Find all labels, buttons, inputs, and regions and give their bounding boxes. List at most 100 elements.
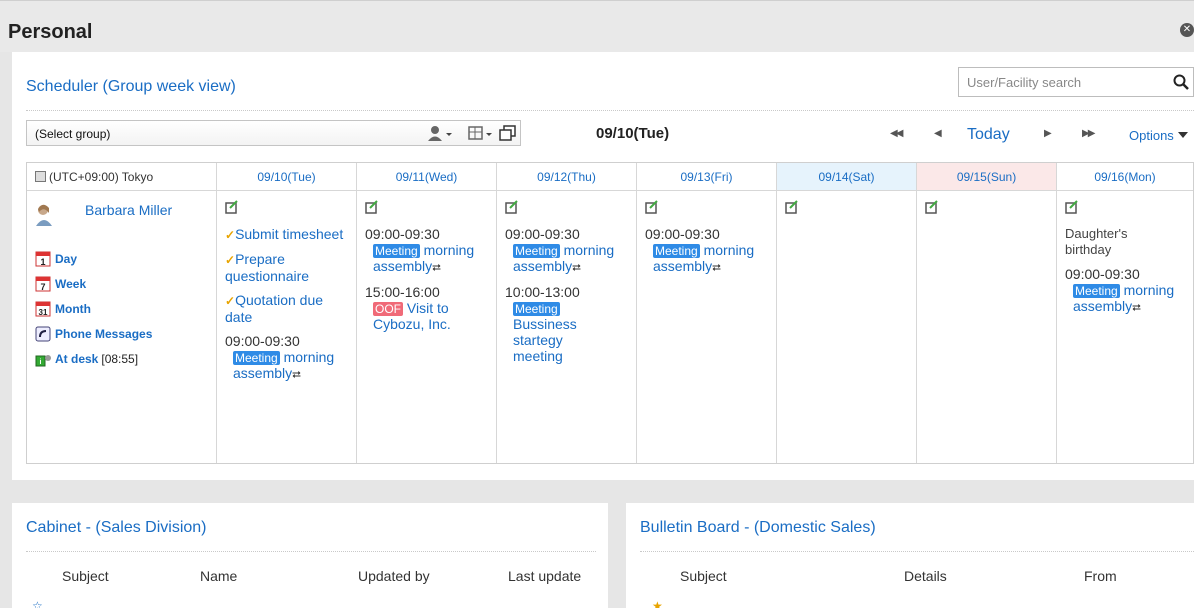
week-view-link[interactable]: 7 Week [35, 271, 210, 296]
calendar-week-icon: 7 [35, 276, 53, 292]
next-week-button[interactable]: ▶▶ [1082, 128, 1095, 139]
bulletin-panel: Bulletin Board - (Domestic Sales) Subjec… [626, 503, 1194, 608]
user-select-icon[interactable] [427, 124, 453, 144]
day-column-sun: 09/15(Sun) [917, 163, 1057, 463]
day-header[interactable]: 09/16(Mon) [1057, 163, 1193, 191]
portlet-header: Personal ✕ [0, 0, 1194, 52]
search-input[interactable] [959, 68, 1159, 96]
divider [26, 551, 596, 552]
event-title: assembly [1073, 298, 1133, 314]
event-item[interactable]: 09:00-09:30 Meeting morning assembly⮂ [225, 333, 350, 383]
day-header[interactable]: 09/14(Sat) [777, 163, 916, 191]
todo-item[interactable]: ✓Submit timesheet [225, 226, 350, 243]
next-day-button[interactable]: ▶ [1044, 128, 1052, 139]
event-title: Daughter's [1065, 226, 1128, 241]
facility-select-icon[interactable] [467, 124, 497, 144]
repeat-icon: ⮂ [572, 262, 581, 274]
day-header[interactable]: 09/10(Tue) [217, 163, 356, 191]
repeat-icon: ⮂ [292, 369, 301, 381]
event-item[interactable]: 15:00-16:00 OOF Visit to Cybozu, Inc. [365, 284, 490, 332]
day-view-link[interactable]: 1 Day [35, 246, 210, 271]
add-event-icon[interactable] [1065, 200, 1079, 214]
calendar-day-icon: 1 [35, 251, 53, 267]
timezone-label: (UTC+09:00) Tokyo [49, 170, 154, 184]
presence-label: At desk [55, 351, 99, 366]
presence-status[interactable]: i At desk [08:55] [35, 346, 210, 371]
scheduler-panel: Scheduler (Group week view) (Select grou… [12, 52, 1194, 480]
column-header[interactable]: From [1084, 568, 1117, 584]
event-title: morning [703, 242, 755, 258]
add-event-icon[interactable] [505, 200, 519, 214]
timezone-header: (UTC+09:00) Tokyo [27, 163, 216, 191]
star-icon[interactable]: ★ [652, 599, 663, 608]
event-title: assembly [373, 258, 433, 274]
meeting-badge: Meeting [373, 244, 420, 258]
event-item[interactable]: 09:00-09:30 Meeting morning assembly⮂ [645, 226, 770, 276]
todo-title: Prepare questionnaire [225, 251, 310, 284]
add-event-icon[interactable] [365, 200, 379, 214]
popup-window-icon[interactable] [499, 124, 517, 144]
add-event-icon[interactable] [785, 200, 799, 214]
prev-day-button[interactable]: ◀ [934, 128, 942, 139]
svg-text:1: 1 [40, 257, 45, 267]
todo-icon: ✓ [225, 253, 236, 267]
month-view-link[interactable]: 31 Month [35, 296, 210, 321]
user-entry: Barbara Miller [35, 202, 210, 246]
search-icon[interactable] [1173, 74, 1189, 90]
bulletin-title-link[interactable]: Bulletin Board - (Domestic Sales) [640, 519, 876, 537]
event-item[interactable]: 09:00-09:30 Meeting morning assembly⮂ [1065, 266, 1187, 316]
day-header[interactable]: 09/15(Sun) [917, 163, 1056, 191]
todo-item[interactable]: ✓Prepare questionnaire [225, 251, 350, 284]
day-header[interactable]: 09/11(Wed) [357, 163, 496, 191]
svg-text:i: i [40, 359, 42, 366]
add-event-icon[interactable] [925, 200, 939, 214]
group-select-value: (Select group) [35, 127, 111, 141]
day-column-thu: 09/12(Thu) 09:00-09:30 Meeting morning a… [497, 163, 637, 463]
column-header[interactable]: Name [200, 568, 237, 584]
page-title: Personal [8, 21, 93, 43]
column-header[interactable]: Last update [508, 568, 581, 584]
day-header[interactable]: 09/12(Thu) [497, 163, 636, 191]
cabinet-title-link[interactable]: Cabinet - (Sales Division) [26, 519, 207, 537]
column-header[interactable]: Details [904, 568, 947, 584]
event-item[interactable]: 09:00-09:30 Meeting morning assembly⮂ [365, 226, 490, 276]
event-item[interactable]: 09:00-09:30 Meeting morning assembly⮂ [505, 226, 630, 276]
user-column: (UTC+09:00) Tokyo Barbara Miller 1 Day 7… [27, 163, 217, 463]
event-title: birthday [1065, 242, 1112, 257]
options-menu[interactable]: Options [1129, 128, 1188, 143]
day-column-wed: 09/11(Wed) 09:00-09:30 Meeting morning a… [357, 163, 497, 463]
event-title: morning [563, 242, 615, 258]
banner-event[interactable]: Daughter's birthday [1065, 226, 1187, 258]
close-icon[interactable]: ✕ [1180, 23, 1194, 37]
oof-badge: OOF [373, 302, 403, 316]
prev-week-button[interactable]: ◀◀ [890, 128, 903, 139]
column-header[interactable]: Subject [62, 568, 109, 584]
event-time: 09:00-09:30 [505, 226, 580, 242]
scheduler-title-link[interactable]: Scheduler (Group week view) [26, 78, 236, 96]
star-icon[interactable]: ☆ [32, 599, 43, 608]
event-time: 09:00-09:30 [645, 226, 720, 242]
phone-icon [35, 326, 53, 342]
group-select[interactable]: (Select group) [26, 120, 521, 146]
day-column-fri: 09/13(Fri) 09:00-09:30 Meeting morning a… [637, 163, 777, 463]
phone-messages-link[interactable]: Phone Messages [35, 321, 210, 346]
event-title: morning [283, 349, 335, 365]
options-label: Options [1129, 128, 1174, 143]
meeting-badge: Meeting [233, 351, 280, 365]
day-column-mon: 09/16(Mon) Daughter's birthday 09:00-09:… [1057, 163, 1193, 463]
event-title: morning [1123, 282, 1175, 298]
user-name-link[interactable]: Barbara Miller [85, 202, 172, 218]
event-title: startegy [513, 332, 563, 348]
column-header[interactable]: Updated by [358, 568, 430, 584]
day-header[interactable]: 09/13(Fri) [637, 163, 776, 191]
todo-item[interactable]: ✓Quotation due date [225, 292, 350, 325]
todo-title: Submit timesheet [235, 226, 344, 242]
add-event-icon[interactable] [645, 200, 659, 214]
today-button[interactable]: Today [967, 126, 1010, 144]
week-label: Week [55, 276, 87, 291]
event-item[interactable]: 10:00-13:00 Meeting Bussiness startegy m… [505, 284, 630, 364]
column-header[interactable]: Subject [680, 568, 727, 584]
add-event-icon[interactable] [225, 200, 239, 214]
event-time: 09:00-09:30 [1065, 266, 1140, 282]
day-label: Day [55, 251, 78, 266]
